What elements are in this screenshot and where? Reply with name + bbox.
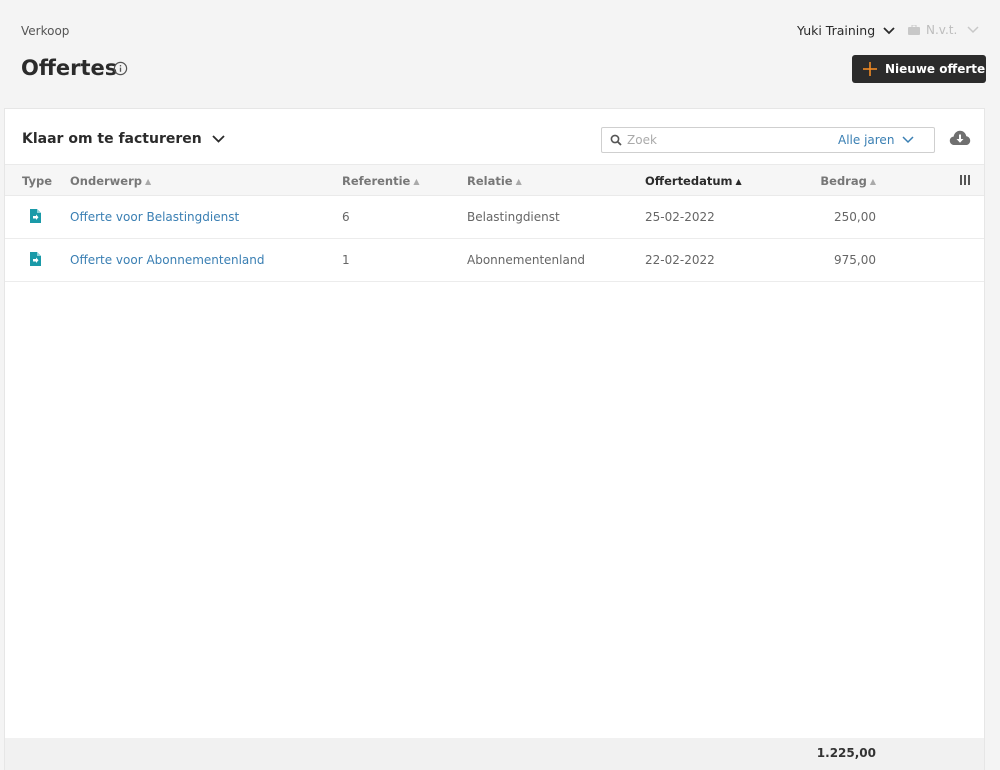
- column-subject[interactable]: Onderwerp ▲︎: [70, 174, 151, 188]
- quote-subject-link[interactable]: Offerte voor Abonnementenland: [70, 253, 265, 267]
- quotes-panel: Klaar om te factureren Alle jaren Type O…: [4, 108, 985, 770]
- quote-reference: 1: [342, 253, 350, 267]
- company-name: Yuki Training: [797, 23, 876, 38]
- briefcase-icon: [908, 25, 920, 35]
- table-row[interactable]: Offerte voor Abonnementenland 1 Abonneme…: [5, 239, 984, 282]
- table-row[interactable]: Offerte voor Belastingdienst 6 Belasting…: [5, 196, 984, 239]
- table-header: Type Onderwerp ▲︎ Referentie ▲︎ Relatie …: [5, 164, 984, 196]
- breadcrumb[interactable]: Verkoop: [21, 24, 69, 38]
- administration-name: N.v.t.: [926, 23, 958, 37]
- year-filter-label: Alle jaren: [838, 133, 895, 147]
- top-bar: Verkoop Offertes Yuki Training N.v.t. Ni…: [0, 0, 1000, 108]
- chevron-down-icon: [967, 26, 979, 34]
- sort-icon: ▲︎: [515, 176, 522, 186]
- cloud-download-icon[interactable]: [949, 129, 971, 147]
- column-relation[interactable]: Relatie ▲︎: [467, 174, 522, 188]
- quote-date: 25-02-2022: [645, 210, 715, 224]
- search-icon: [610, 134, 622, 146]
- sort-icon: ▲︎: [145, 176, 152, 186]
- column-type: Type: [22, 174, 53, 188]
- page-title: Offertes: [21, 56, 118, 80]
- quote-relation: Abonnementenland: [467, 253, 586, 267]
- chevron-down-icon: [883, 26, 895, 34]
- plus-icon: [863, 62, 877, 76]
- info-icon[interactable]: [113, 61, 128, 76]
- search-box: Alle jaren: [601, 127, 935, 153]
- quote-date: 22-02-2022: [645, 253, 715, 267]
- quote-relation: Belastingdienst: [467, 210, 560, 224]
- sort-icon: ▲︎: [413, 176, 420, 186]
- quote-document-icon: [30, 209, 41, 223]
- quote-amount: 250,00: [834, 210, 876, 224]
- new-quote-button[interactable]: Nieuwe offerte: [852, 55, 986, 83]
- column-date[interactable]: Offertedatum ▲︎: [645, 174, 742, 188]
- chevron-down-icon: [902, 136, 914, 144]
- year-filter[interactable]: Alle jaren: [838, 133, 914, 147]
- column-settings-icon[interactable]: [960, 175, 970, 185]
- quote-subject-link[interactable]: Offerte voor Belastingdienst: [70, 210, 239, 224]
- column-reference[interactable]: Referentie ▲︎: [342, 174, 420, 188]
- quote-document-icon: [30, 252, 41, 266]
- company-selector[interactable]: Yuki Training: [797, 23, 895, 38]
- administration-selector[interactable]: N.v.t.: [908, 23, 979, 37]
- quote-amount: 975,00: [834, 253, 876, 267]
- chevron-down-icon: [212, 135, 225, 143]
- sort-asc-icon: ▲︎: [735, 176, 742, 186]
- quote-reference: 6: [342, 210, 350, 224]
- search-input[interactable]: [627, 131, 827, 149]
- table-footer: 1.225,00: [5, 738, 984, 770]
- status-filter-label: Klaar om te factureren: [22, 131, 202, 147]
- column-amount[interactable]: Bedrag ▲︎: [756, 174, 876, 188]
- sort-icon: ▲︎: [869, 176, 876, 186]
- new-quote-label: Nieuwe offerte: [885, 62, 986, 76]
- total-amount: 1.225,00: [816, 746, 876, 760]
- status-filter[interactable]: Klaar om te factureren: [22, 131, 225, 147]
